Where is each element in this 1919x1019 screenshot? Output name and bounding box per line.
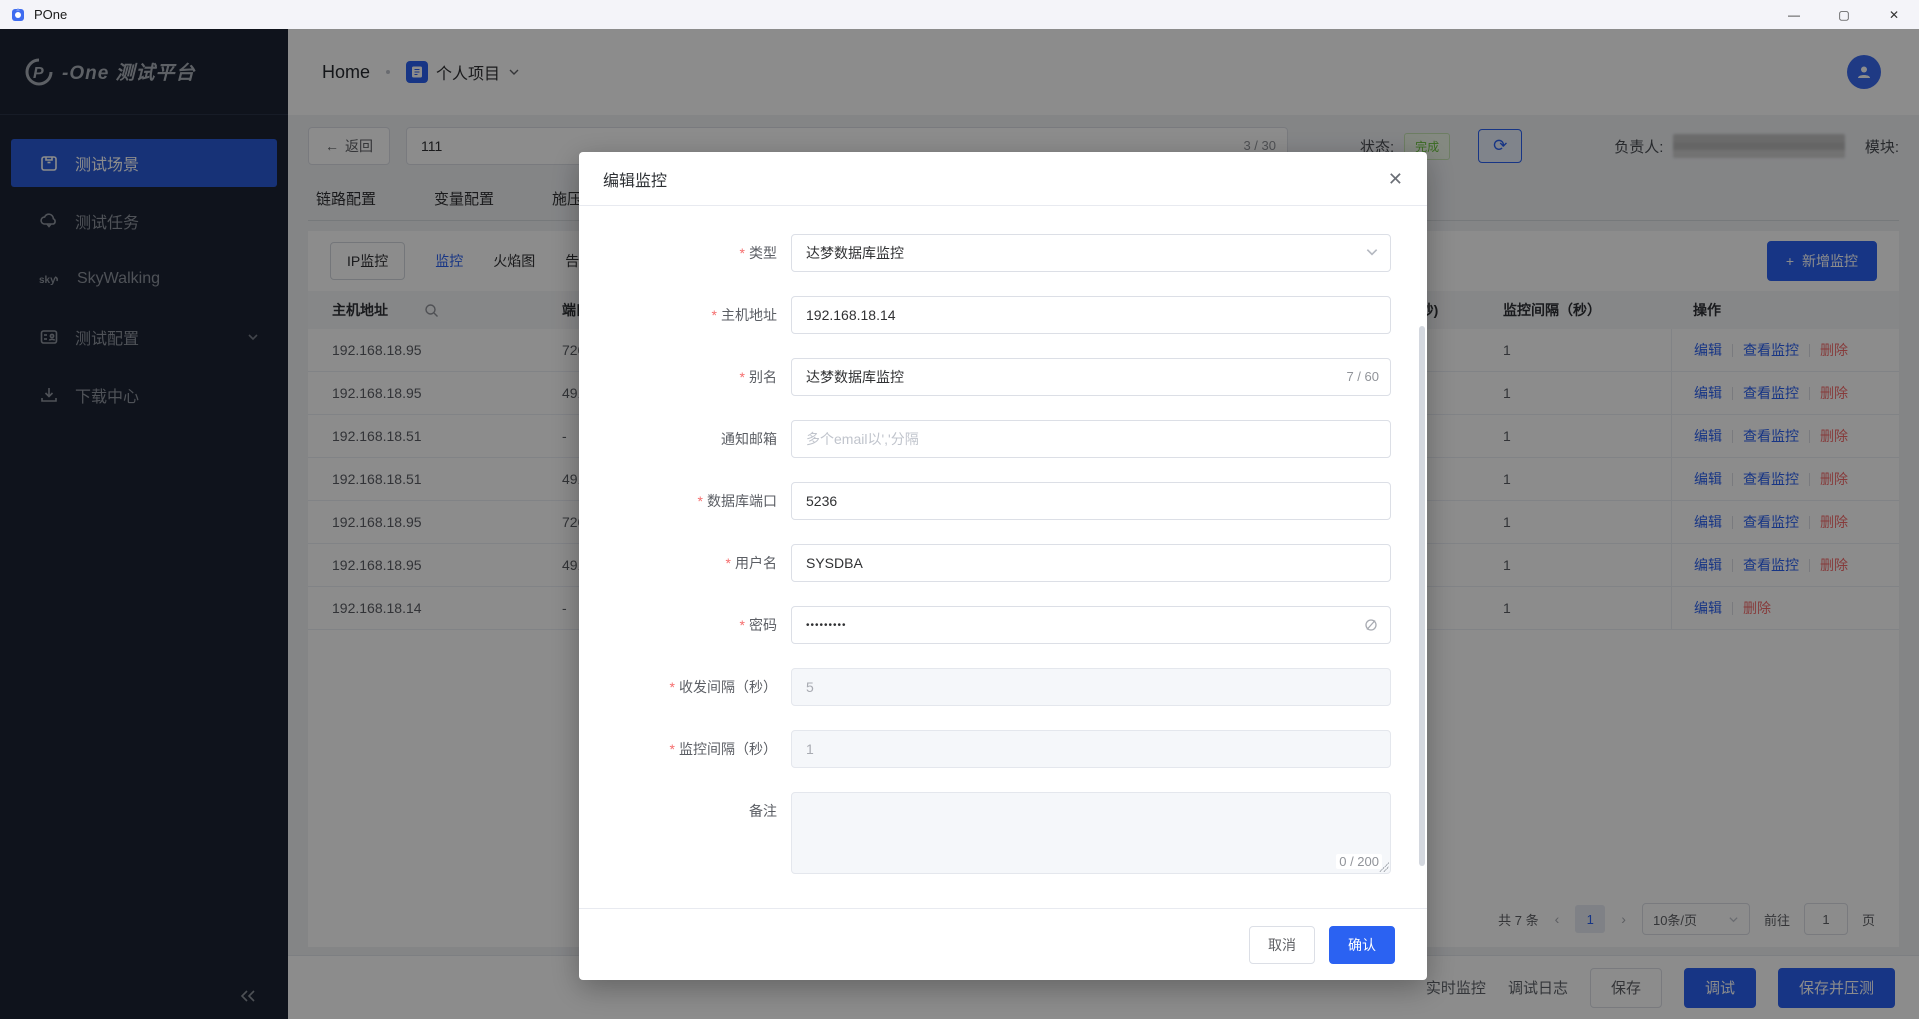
dbport-label: 数据库端口 <box>707 493 777 509</box>
send-interval-label: 收发间隔（秒） <box>679 679 777 695</box>
modal-scrollbar[interactable] <box>1419 326 1425 866</box>
required-mark: * <box>726 555 731 571</box>
app-icon <box>10 7 26 23</box>
host-label: 主机地址 <box>721 307 777 323</box>
alias-counter: 7 / 60 <box>1346 358 1379 396</box>
type-label: 类型 <box>749 245 777 261</box>
remark-counter: 0 / 200 <box>1336 854 1382 869</box>
password-label: 密码 <box>749 617 777 633</box>
dialog-title: 编辑监控 <box>603 167 667 191</box>
password-input[interactable] <box>791 606 1391 644</box>
type-select[interactable] <box>791 234 1391 272</box>
cancel-button[interactable]: 取消 <box>1249 926 1315 964</box>
required-mark: * <box>670 741 675 757</box>
required-mark: * <box>740 617 745 633</box>
send-interval-input <box>791 668 1391 706</box>
email-input[interactable] <box>791 420 1391 458</box>
required-mark: * <box>740 369 745 385</box>
required-mark: * <box>712 307 717 323</box>
os-title-bar: POne — ▢ ✕ <box>0 0 1919 29</box>
edit-monitor-dialog: 编辑监控 ✕ *类型 *主机地址 *别名 7 / 60 通知邮箱 *数据库端 <box>579 152 1427 980</box>
close-icon[interactable]: ✕ <box>1388 170 1403 188</box>
email-label: 通知邮箱 <box>721 431 777 447</box>
dbport-input[interactable] <box>791 482 1391 520</box>
close-window-button[interactable]: ✕ <box>1869 0 1919 29</box>
username-label: 用户名 <box>735 555 777 571</box>
required-mark: * <box>670 679 675 695</box>
eye-off-icon[interactable] <box>1363 617 1379 633</box>
alias-label: 别名 <box>749 369 777 385</box>
remark-label: 备注 <box>749 803 777 819</box>
window-title: POne <box>34 7 67 22</box>
monitor-interval-input <box>791 730 1391 768</box>
confirm-button[interactable]: 确认 <box>1329 926 1395 964</box>
alias-input[interactable] <box>791 358 1391 396</box>
maximize-button[interactable]: ▢ <box>1819 0 1869 29</box>
minimize-button[interactable]: — <box>1769 0 1819 29</box>
required-mark: * <box>740 245 745 261</box>
monitor-interval-label: 监控间隔（秒） <box>679 741 777 757</box>
required-mark: * <box>698 493 703 509</box>
username-input[interactable] <box>791 544 1391 582</box>
remark-textarea[interactable]: 0 / 200 <box>791 792 1391 874</box>
resize-handle-icon[interactable] <box>1379 862 1389 872</box>
host-input[interactable] <box>791 296 1391 334</box>
chevron-down-icon <box>1365 245 1379 259</box>
